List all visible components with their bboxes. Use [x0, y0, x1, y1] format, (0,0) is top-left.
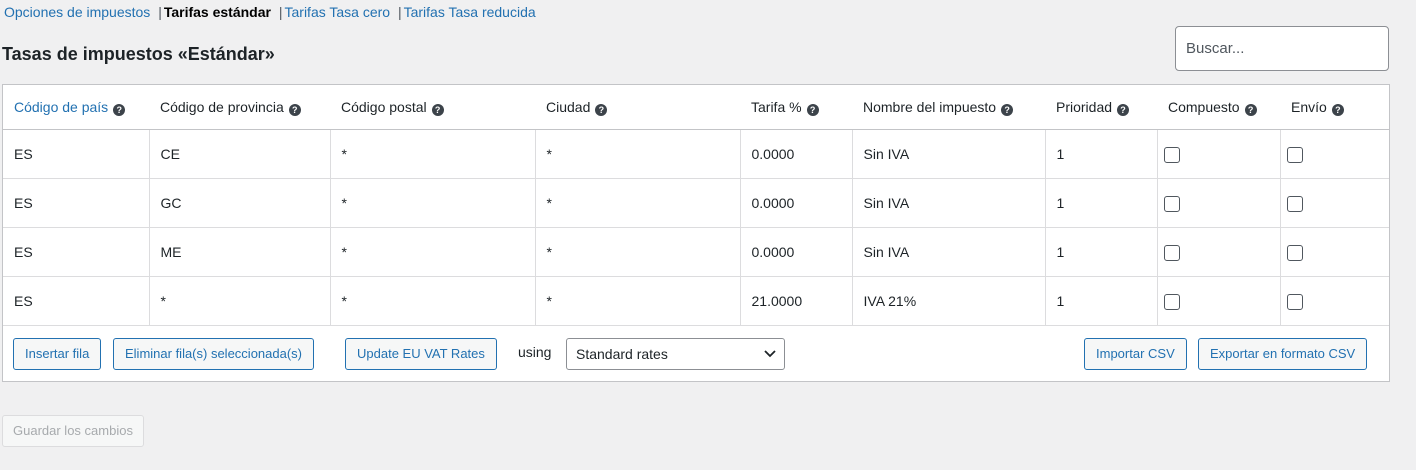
cell-shipping — [1280, 129, 1389, 179]
table-row[interactable]: ES ME * * 0.0000 Sin IVA 1 — [3, 227, 1389, 277]
help-icon[interactable]: ? — [1001, 103, 1014, 116]
cell-city[interactable]: * — [535, 227, 741, 277]
col-header-shipping: Envío? — [1280, 85, 1389, 130]
col-header-city: Ciudad? — [535, 85, 740, 130]
col-header-label: Envío — [1291, 98, 1327, 115]
chevron-down-icon — [764, 339, 776, 379]
cell-tax-name[interactable]: Sin IVA — [852, 227, 1046, 277]
shipping-checkbox[interactable] — [1286, 293, 1303, 310]
tax-rates-panel: Código de país? Código de provincia? Cód… — [2, 84, 1390, 382]
cell-country[interactable]: ES — [3, 227, 150, 277]
cell-country[interactable]: ES — [3, 129, 150, 179]
export-csv-button[interactable]: Exportar en formato CSV — [1198, 338, 1368, 370]
cell-compound — [1157, 178, 1281, 228]
col-header-postcode: Código postal? — [330, 85, 535, 130]
cell-country[interactable]: ES — [3, 178, 150, 228]
help-icon[interactable]: ? — [1244, 103, 1257, 116]
help-icon[interactable]: ? — [1331, 103, 1344, 116]
cell-priority[interactable]: 1 — [1045, 276, 1158, 326]
cell-priority[interactable]: 1 — [1045, 129, 1158, 179]
col-header-label: Código postal — [341, 98, 427, 115]
help-icon[interactable]: ? — [113, 103, 126, 116]
cell-state[interactable]: GC — [149, 178, 331, 228]
compound-checkbox[interactable] — [1163, 146, 1180, 163]
subnav-standard-rates[interactable]: Tarifas estándar — [164, 4, 271, 20]
cell-postcode[interactable]: * — [330, 178, 536, 228]
rates-select[interactable]: Standard rates — [566, 338, 785, 370]
cell-compound — [1157, 227, 1281, 277]
cell-rate[interactable]: 0.0000 — [740, 178, 853, 228]
remove-rows-button[interactable]: Eliminar fila(s) seleccionada(s) — [113, 338, 314, 370]
cell-shipping — [1280, 178, 1389, 228]
col-header-state: Código de provincia? — [149, 85, 330, 130]
cell-postcode[interactable]: * — [330, 129, 536, 179]
cell-tax-name[interactable]: IVA 21% — [852, 276, 1046, 326]
col-header-label: Código de provincia — [160, 98, 284, 115]
cell-tax-name[interactable]: Sin IVA — [852, 129, 1046, 179]
cell-rate[interactable]: 21.0000 — [740, 276, 853, 326]
col-header-rate: Tarifa %? — [740, 85, 852, 130]
shipping-checkbox[interactable] — [1286, 195, 1303, 212]
cell-rate[interactable]: 0.0000 — [740, 129, 853, 179]
using-label: using — [518, 344, 552, 360]
table-row[interactable]: ES * * * 21.0000 IVA 21% 1 — [3, 276, 1389, 326]
cell-state[interactable]: * — [149, 276, 331, 326]
cell-shipping — [1280, 276, 1389, 326]
page-title: Tasas de impuestos «Estándar» — [2, 44, 275, 64]
cell-city[interactable]: * — [535, 178, 741, 228]
cell-rate[interactable]: 0.0000 — [740, 227, 853, 277]
update-eu-vat-button[interactable]: Update EU VAT Rates — [345, 338, 497, 370]
tax-subnav: Opciones de impuestos | Tarifas estándar … — [4, 4, 536, 20]
subnav-reduced-rates[interactable]: Tarifas Tasa reducida — [404, 4, 536, 20]
cell-shipping — [1280, 227, 1389, 277]
col-header-compound: Compuesto? — [1157, 85, 1280, 130]
shipping-checkbox[interactable] — [1286, 146, 1303, 163]
col-header-priority: Prioridad? — [1045, 85, 1157, 130]
subnav-separator: | — [397, 4, 402, 20]
cell-state[interactable]: ME — [149, 227, 331, 277]
compound-checkbox[interactable] — [1163, 195, 1180, 212]
help-icon[interactable]: ? — [431, 103, 444, 116]
table-row[interactable]: ES CE * * 0.0000 Sin IVA 1 — [3, 129, 1389, 179]
import-csv-button[interactable]: Importar CSV — [1084, 338, 1187, 370]
subnav-tax-options[interactable]: Opciones de impuestos — [4, 4, 150, 20]
cell-postcode[interactable]: * — [330, 276, 536, 326]
help-icon[interactable]: ? — [595, 103, 608, 116]
col-header-country[interactable]: Código de país? — [3, 85, 149, 130]
search-input[interactable] — [1175, 26, 1389, 71]
tax-rates-table: Código de país? Código de provincia? Cód… — [3, 85, 1389, 326]
subnav-zero-rates[interactable]: Tarifas Tasa cero — [285, 4, 391, 20]
table-row[interactable]: ES GC * * 0.0000 Sin IVA 1 — [3, 178, 1389, 228]
cell-priority[interactable]: 1 — [1045, 178, 1158, 228]
cell-compound — [1157, 129, 1281, 179]
table-header-row: Código de país? Código de provincia? Cód… — [3, 85, 1389, 130]
cell-postcode[interactable]: * — [330, 227, 536, 277]
cell-city[interactable]: * — [535, 129, 741, 179]
shipping-checkbox[interactable] — [1286, 244, 1303, 261]
cell-tax-name[interactable]: Sin IVA — [852, 178, 1046, 228]
col-header-label: Ciudad — [546, 98, 591, 115]
col-header-label: Código de país — [14, 98, 109, 115]
help-icon[interactable]: ? — [1117, 103, 1130, 116]
insert-row-button[interactable]: Insertar fila — [13, 338, 102, 370]
help-icon[interactable]: ? — [288, 103, 301, 116]
cell-country[interactable]: ES — [3, 276, 150, 326]
compound-checkbox[interactable] — [1163, 244, 1180, 261]
cell-priority[interactable]: 1 — [1045, 227, 1158, 277]
cell-compound — [1157, 276, 1281, 326]
compound-checkbox[interactable] — [1163, 293, 1180, 310]
help-icon[interactable]: ? — [806, 103, 819, 116]
save-changes-button[interactable]: Guardar los cambios — [2, 415, 144, 447]
col-header-label: Prioridad — [1056, 98, 1113, 115]
col-header-name: Nombre del impuesto? — [852, 85, 1045, 130]
subnav-separator: | — [158, 4, 162, 20]
cell-city[interactable]: * — [535, 276, 741, 326]
col-header-label: Compuesto — [1168, 98, 1240, 115]
col-header-label: Nombre del impuesto — [863, 98, 997, 115]
rates-select-value: Standard rates — [576, 346, 668, 362]
cell-state[interactable]: CE — [149, 129, 331, 179]
col-header-label: Tarifa % — [751, 98, 802, 115]
subnav-separator: | — [278, 4, 283, 20]
